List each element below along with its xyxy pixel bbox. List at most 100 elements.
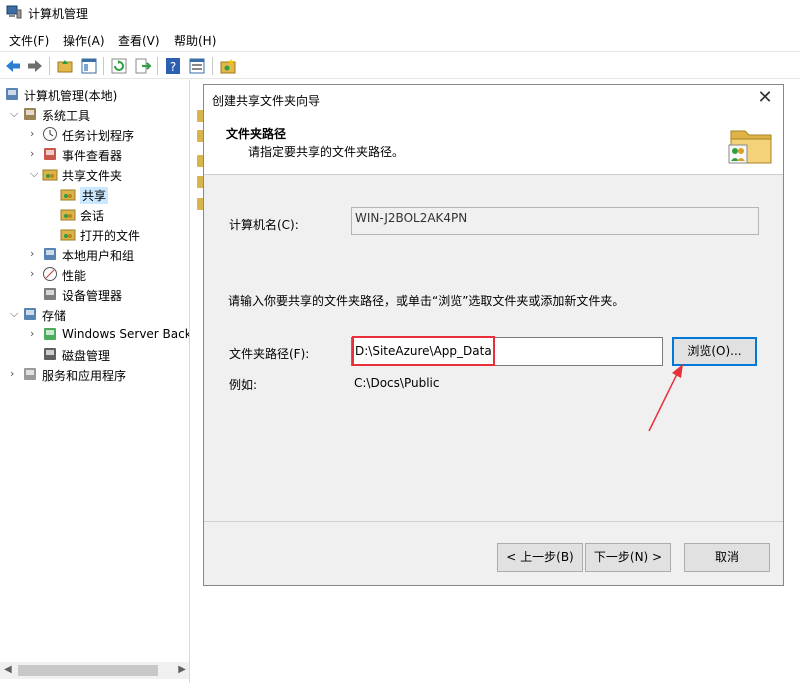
annotation-arrow: [648, 364, 683, 432]
tree-item-label: 打开的文件: [80, 229, 141, 243]
tree-item[interactable]: › 性能: [0, 264, 189, 284]
cancel-button[interactable]: 取消: [684, 543, 770, 572]
horizontal-scrollbar[interactable]: ◀ ▶: [0, 662, 189, 679]
tree-item[interactable]: › 服务和应用程序: [0, 364, 189, 384]
refresh-icon[interactable]: [110, 57, 128, 75]
toolbar: ?: [0, 51, 800, 79]
toolbar-separator: [157, 57, 158, 75]
tree-item-label: 性能: [62, 269, 87, 283]
tree-item[interactable]: ⌵ 存储: [0, 304, 189, 324]
computer-name-label: 计算机名(C):: [229, 218, 299, 232]
export-list-icon[interactable]: [134, 57, 152, 75]
sessions-icon: [60, 209, 76, 221]
shared-folder-icon: [728, 130, 772, 164]
scroll-left-icon[interactable]: ◀: [4, 664, 12, 675]
tree-item[interactable]: ⌵ 共享文件夹: [0, 164, 189, 184]
performance-icon: [43, 267, 57, 281]
new-share-icon[interactable]: [219, 57, 237, 75]
tree-item[interactable]: 计算机管理(本地): [0, 84, 189, 104]
example-value: C:\Docs\Public: [354, 376, 440, 390]
forward-icon[interactable]: [26, 57, 44, 75]
share-icon: [60, 189, 76, 201]
shared-folder-icon: [42, 169, 58, 181]
path-highlight-box: [352, 336, 495, 366]
show-hide-tree-icon[interactable]: [80, 57, 98, 75]
window-titlebar: 计算机管理: [0, 0, 800, 26]
menu-file[interactable]: 文件(F): [9, 32, 49, 49]
window-title: 计算机管理: [28, 7, 89, 21]
backup-icon: [44, 328, 56, 340]
menu-bar: 文件(F) 操作(A) 查看(V) 帮助(H): [0, 28, 800, 50]
console-tree: 计算机管理(本地) ⌵ 系统工具 › 任务计划程序 › 事件查看器 ⌵ 共享文件夹 共享 会话 打开的…: [0, 80, 190, 683]
help-icon[interactable]: ?: [164, 57, 182, 75]
tree-item[interactable]: › 事件查看器: [0, 144, 189, 164]
storage-icon: [24, 308, 36, 320]
menu-help[interactable]: 帮助(H): [174, 32, 216, 49]
dialog-divider: [204, 521, 783, 522]
tree-item-label: 计算机管理(本地): [24, 89, 118, 103]
back-icon[interactable]: [4, 57, 22, 75]
chevron-right-icon[interactable]: ›: [30, 247, 40, 260]
tree-item[interactable]: 共享: [0, 184, 189, 204]
tree-item-label: Windows Server Back: [62, 327, 190, 341]
tree-item-label: 设备管理器: [62, 289, 123, 303]
next-button[interactable]: 下一步(N) >: [585, 543, 671, 572]
chevron-right-icon[interactable]: ›: [30, 147, 40, 160]
tree-item-label: 服务和应用程序: [42, 369, 127, 383]
tree-item[interactable]: 会话: [0, 204, 189, 224]
chevron-right-icon[interactable]: ›: [30, 327, 40, 340]
services-icon: [24, 368, 36, 380]
back-button[interactable]: < 上一步(B): [497, 543, 583, 572]
tree-item[interactable]: 打开的文件: [0, 224, 189, 244]
create-shared-folder-wizard: 创建共享文件夹向导 ✕ 文件夹路径 请指定要共享的文件夹路径。 计算机名(C):…: [203, 84, 784, 586]
scrollbar-thumb[interactable]: [18, 665, 158, 676]
dialog-titlebar: 创建共享文件夹向导 ✕: [204, 85, 783, 113]
scroll-right-icon[interactable]: ▶: [178, 664, 186, 675]
close-icon[interactable]: ✕: [755, 88, 775, 108]
tree-item[interactable]: 设备管理器: [0, 284, 189, 304]
tree-item-label: 共享文件夹: [62, 169, 123, 183]
tree-item[interactable]: › 任务计划程序: [0, 124, 189, 144]
toolbar-separator: [103, 57, 104, 75]
chevron-right-icon[interactable]: ›: [10, 367, 20, 380]
dialog-title: 创建共享文件夹向导: [212, 94, 321, 108]
folder-path-label: 文件夹路径(F):: [229, 347, 310, 361]
device-manager-icon: [44, 288, 56, 300]
menu-view[interactable]: 查看(V): [118, 32, 160, 49]
tree-item-label: 任务计划程序: [62, 129, 135, 143]
users-icon: [44, 248, 56, 260]
chevron-right-icon[interactable]: ›: [30, 127, 40, 140]
tree-item-label: 会话: [80, 209, 105, 223]
instruction-text: 请输入你要共享的文件夹路径，或单击“浏览”选取文件夹或添加新文件夹。: [228, 294, 625, 308]
system-tools-icon: [24, 108, 36, 120]
chevron-down-icon[interactable]: ⌵: [10, 107, 20, 120]
wizard-step-subtitle: 请指定要共享的文件夹路径。: [248, 145, 405, 159]
tree-item[interactable]: ⌵ 系统工具: [0, 104, 189, 124]
tree-item[interactable]: › 本地用户和组: [0, 244, 189, 264]
properties-icon[interactable]: [188, 57, 206, 75]
toolbar-separator: [49, 57, 50, 75]
computer-name-field: WIN-J2BOL2AK4PN: [351, 207, 759, 235]
tree-item[interactable]: › Windows Server Back: [0, 324, 190, 344]
tree-item-label: 存储: [42, 309, 67, 323]
tree-item-label: 系统工具: [42, 109, 91, 123]
up-folder-icon[interactable]: [56, 57, 74, 75]
chevron-right-icon[interactable]: ›: [30, 267, 40, 280]
wizard-header: 文件夹路径 请指定要共享的文件夹路径。: [204, 113, 783, 175]
tree-item-label: 本地用户和组: [62, 249, 135, 263]
computer-management-icon: [6, 88, 18, 100]
tree-item-label: 磁盘管理: [62, 349, 111, 363]
open-files-icon: [60, 229, 76, 241]
clock-icon: [43, 127, 57, 141]
menu-action[interactable]: 操作(A): [63, 32, 105, 49]
event-viewer-icon: [44, 148, 56, 160]
chevron-down-icon[interactable]: ⌵: [30, 167, 40, 180]
tree-item[interactable]: 磁盘管理: [0, 344, 189, 364]
example-label: 例如:: [229, 378, 258, 392]
computer-management-icon: [6, 5, 22, 19]
disk-management-icon: [44, 348, 56, 360]
tree-item-label: 共享: [80, 187, 109, 204]
chevron-down-icon[interactable]: ⌵: [10, 307, 20, 320]
toolbar-separator: [212, 57, 213, 75]
svg-text:?: ?: [170, 60, 176, 74]
